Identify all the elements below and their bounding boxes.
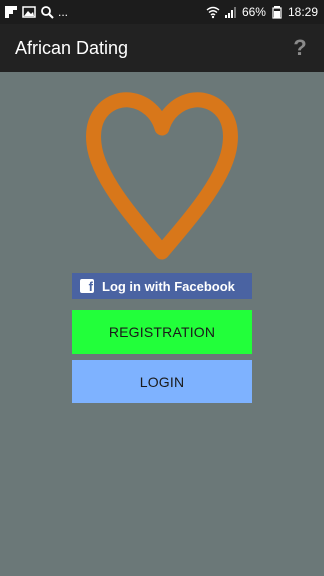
image-icon bbox=[22, 6, 36, 18]
wifi-icon bbox=[206, 6, 220, 19]
flipboard-icon bbox=[5, 6, 17, 18]
signal-icon bbox=[224, 7, 236, 18]
battery-icon bbox=[272, 6, 282, 19]
help-button[interactable]: ? bbox=[286, 34, 314, 62]
facebook-icon: f bbox=[80, 279, 94, 294]
facebook-login-label: Log in with Facebook bbox=[102, 278, 235, 294]
status-left-group: ... bbox=[4, 4, 68, 20]
login-button[interactable]: LOGIN bbox=[72, 360, 252, 403]
search-icon bbox=[41, 6, 54, 19]
status-right-group: 66% 18:29 bbox=[206, 4, 318, 20]
heart-icon bbox=[86, 92, 238, 260]
status-bar: ... 66% 18:29 bbox=[0, 0, 324, 24]
clock: 18:29 bbox=[287, 5, 318, 19]
app-title: African Dating bbox=[15, 38, 129, 58]
status-more-indicator: ... bbox=[58, 5, 69, 19]
app-bar: African Dating ? bbox=[0, 24, 324, 72]
facebook-login-button[interactable]: f Log in with Facebook bbox=[72, 273, 252, 299]
facebook-icon-glyph: f bbox=[88, 279, 93, 294]
battery-percent: 66% bbox=[241, 5, 266, 19]
registration-button[interactable]: REGISTRATION bbox=[72, 310, 252, 354]
